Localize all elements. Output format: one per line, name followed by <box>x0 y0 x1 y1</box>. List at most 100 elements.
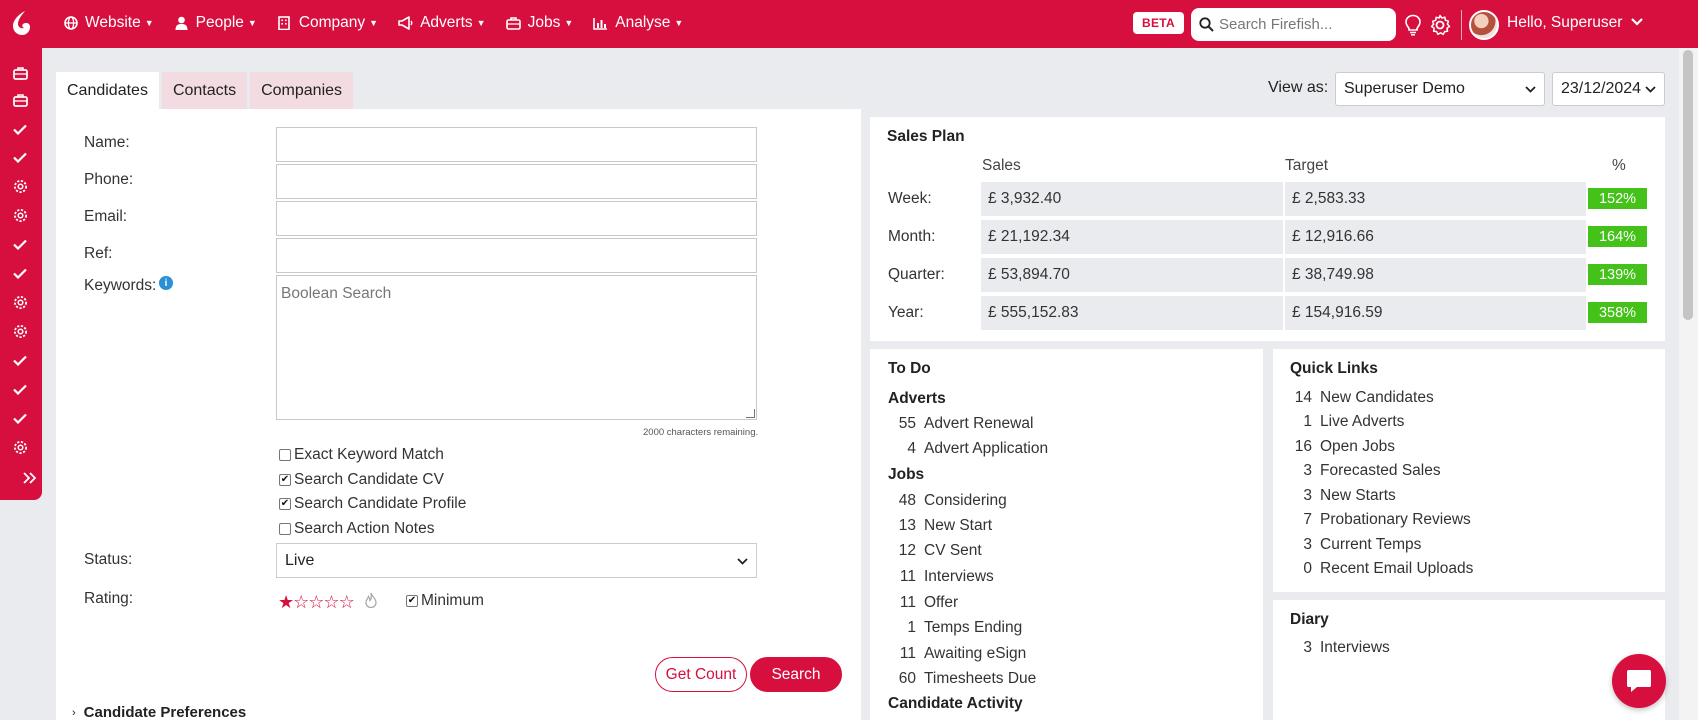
search-candidate-cv-checkbox[interactable]: ✔ Search Candidate CV <box>279 471 444 489</box>
todo-item[interactable]: 11 Awaiting eSign <box>888 645 1026 663</box>
search-candidate-profile-checkbox[interactable]: ✔ Search Candidate Profile <box>279 495 466 513</box>
todo-item[interactable]: 60 Timesheets Due <box>888 670 1037 688</box>
quick-link-item[interactable]: 14 New Candidates <box>1291 389 1434 407</box>
briefcase-icon[interactable] <box>11 91 29 109</box>
quick-link-item[interactable]: 1 Live Adverts <box>1291 413 1404 431</box>
resize-handle[interactable] <box>746 409 755 418</box>
target-value: £ 154,916.59 <box>1285 296 1586 330</box>
rating-stars[interactable]: ★ ☆ ☆ ☆ ☆ <box>278 592 355 613</box>
todo-count: 48 <box>898 492 916 509</box>
check-icon[interactable] <box>11 235 29 253</box>
todo-item[interactable]: 48 Considering <box>888 492 1007 510</box>
star-empty-icon[interactable]: ☆ <box>323 592 339 613</box>
gear-icon[interactable] <box>11 206 29 224</box>
name-input[interactable] <box>276 127 757 162</box>
global-search[interactable] <box>1191 8 1396 41</box>
beta-badge[interactable]: BETA <box>1133 12 1184 34</box>
quick-link-item[interactable]: 7 Probationary Reviews <box>1291 511 1470 529</box>
star-empty-icon[interactable]: ☆ <box>293 592 309 613</box>
check-icon[interactable] <box>11 351 29 369</box>
keywords-textarea[interactable]: Boolean Search <box>276 275 757 420</box>
todo-label: Advert Application <box>924 440 1049 457</box>
quick-link-label: Forecasted Sales <box>1320 462 1441 479</box>
todo-count: 4 <box>907 440 916 457</box>
star-empty-icon[interactable]: ☆ <box>308 592 324 613</box>
star-empty-icon[interactable]: ☆ <box>339 592 355 613</box>
quick-link-item[interactable]: 3 Current Temps <box>1291 536 1421 554</box>
status-label: Status: <box>84 551 133 568</box>
view-as-user-select[interactable]: Superuser Demo <box>1335 72 1545 106</box>
scrollbar-thumb[interactable] <box>1683 50 1693 320</box>
gear-icon[interactable] <box>11 293 29 311</box>
check-icon[interactable] <box>11 148 29 166</box>
info-icon[interactable]: i <box>159 276 173 290</box>
quick-link-item[interactable]: 0 Recent Email Uploads <box>1291 560 1473 578</box>
status-value: Live <box>285 551 315 569</box>
todo-item[interactable]: 11 Offer <box>888 594 958 612</box>
exact-keyword-match-checkbox[interactable]: Exact Keyword Match <box>279 446 444 464</box>
diary-count: 3 <box>1303 639 1312 656</box>
quick-link-item[interactable]: 16 Open Jobs <box>1291 438 1395 456</box>
nav-website[interactable]: Website ▼ <box>63 14 154 32</box>
todo-item[interactable]: 13 New Start <box>888 517 992 535</box>
phone-input[interactable] <box>276 164 757 199</box>
keywords-label: Keywords: <box>84 277 157 294</box>
todo-item[interactable]: 55 Advert Renewal <box>888 415 1034 433</box>
vertical-scrollbar[interactable] <box>1679 48 1698 720</box>
flame-icon[interactable] <box>364 592 378 613</box>
search-button[interactable]: Search <box>750 657 842 692</box>
tab-candidates[interactable]: Candidates <box>56 72 159 109</box>
briefcase-icon[interactable] <box>11 64 29 82</box>
gear-icon[interactable] <box>11 177 29 195</box>
lightbulb-icon[interactable] <box>1401 13 1425 37</box>
chevron-down-icon: ▼ <box>674 18 684 28</box>
todo-item[interactable]: 1 Temps Ending <box>888 619 1022 637</box>
nav-jobs[interactable]: Jobs ▼ <box>505 14 573 32</box>
user-menu[interactable]: Hello, Superuser <box>1507 14 1644 32</box>
check-icon[interactable] <box>11 120 29 138</box>
nav-company[interactable]: Company ▼ <box>277 14 378 32</box>
tab-companies[interactable]: Companies <box>250 72 354 109</box>
todo-label: Timesheets Due <box>924 670 1037 687</box>
nav-analyse[interactable]: Analyse ▼ <box>593 14 683 32</box>
email-input[interactable] <box>276 201 757 236</box>
checkbox-box[interactable] <box>279 449 291 461</box>
nav-people[interactable]: People ▼ <box>174 14 257 32</box>
candidate-preferences-toggle[interactable]: › Candidate Preferences <box>72 704 246 720</box>
gear-icon[interactable] <box>11 322 29 340</box>
quick-link-item[interactable]: 3 New Starts <box>1291 487 1395 505</box>
quick-link-count: 3 <box>1303 462 1312 479</box>
bar-chart-icon <box>593 16 608 31</box>
diary-item[interactable]: 3 Interviews <box>1291 639 1389 657</box>
firefish-logo-icon[interactable] <box>10 10 32 36</box>
checkbox-box[interactable]: ✔ <box>279 498 291 510</box>
avatar[interactable] <box>1469 10 1499 40</box>
settings-gear-icon[interactable] <box>1428 13 1452 37</box>
chevron-down-icon: ▼ <box>247 18 257 28</box>
view-as-date-select[interactable]: 23/12/2024 <box>1552 72 1665 106</box>
todo-count: 11 <box>899 645 916 662</box>
search-action-notes-checkbox[interactable]: Search Action Notes <box>279 520 434 538</box>
get-count-button[interactable]: Get Count <box>655 657 747 692</box>
todo-item[interactable]: 4 Advert Application <box>888 440 1048 458</box>
nav-adverts[interactable]: Adverts ▼ <box>398 14 486 32</box>
tab-contacts[interactable]: Contacts <box>161 72 248 109</box>
ref-input[interactable] <box>276 238 757 273</box>
checkbox-box[interactable] <box>279 523 291 535</box>
minimum-checkbox[interactable]: ✔ Minimum <box>406 592 484 610</box>
checkbox-box[interactable]: ✔ <box>279 474 291 486</box>
quick-link-item[interactable]: 3 Forecasted Sales <box>1291 462 1441 480</box>
global-search-input[interactable] <box>1219 16 1389 33</box>
status-select[interactable]: Live <box>276 543 757 578</box>
star-filled-icon[interactable]: ★ <box>278 592 294 613</box>
chat-button[interactable] <box>1612 654 1666 708</box>
checkbox-box[interactable]: ✔ <box>406 595 418 607</box>
todo-count: 1 <box>907 619 916 636</box>
gear-icon[interactable] <box>11 438 29 456</box>
double-chevron-right-icon[interactable] <box>20 469 38 487</box>
todo-item[interactable]: 11 Interviews <box>888 568 994 586</box>
check-icon[interactable] <box>11 409 29 427</box>
check-icon[interactable] <box>11 380 29 398</box>
todo-item[interactable]: 12 CV Sent <box>888 542 982 560</box>
check-icon[interactable] <box>11 264 29 282</box>
